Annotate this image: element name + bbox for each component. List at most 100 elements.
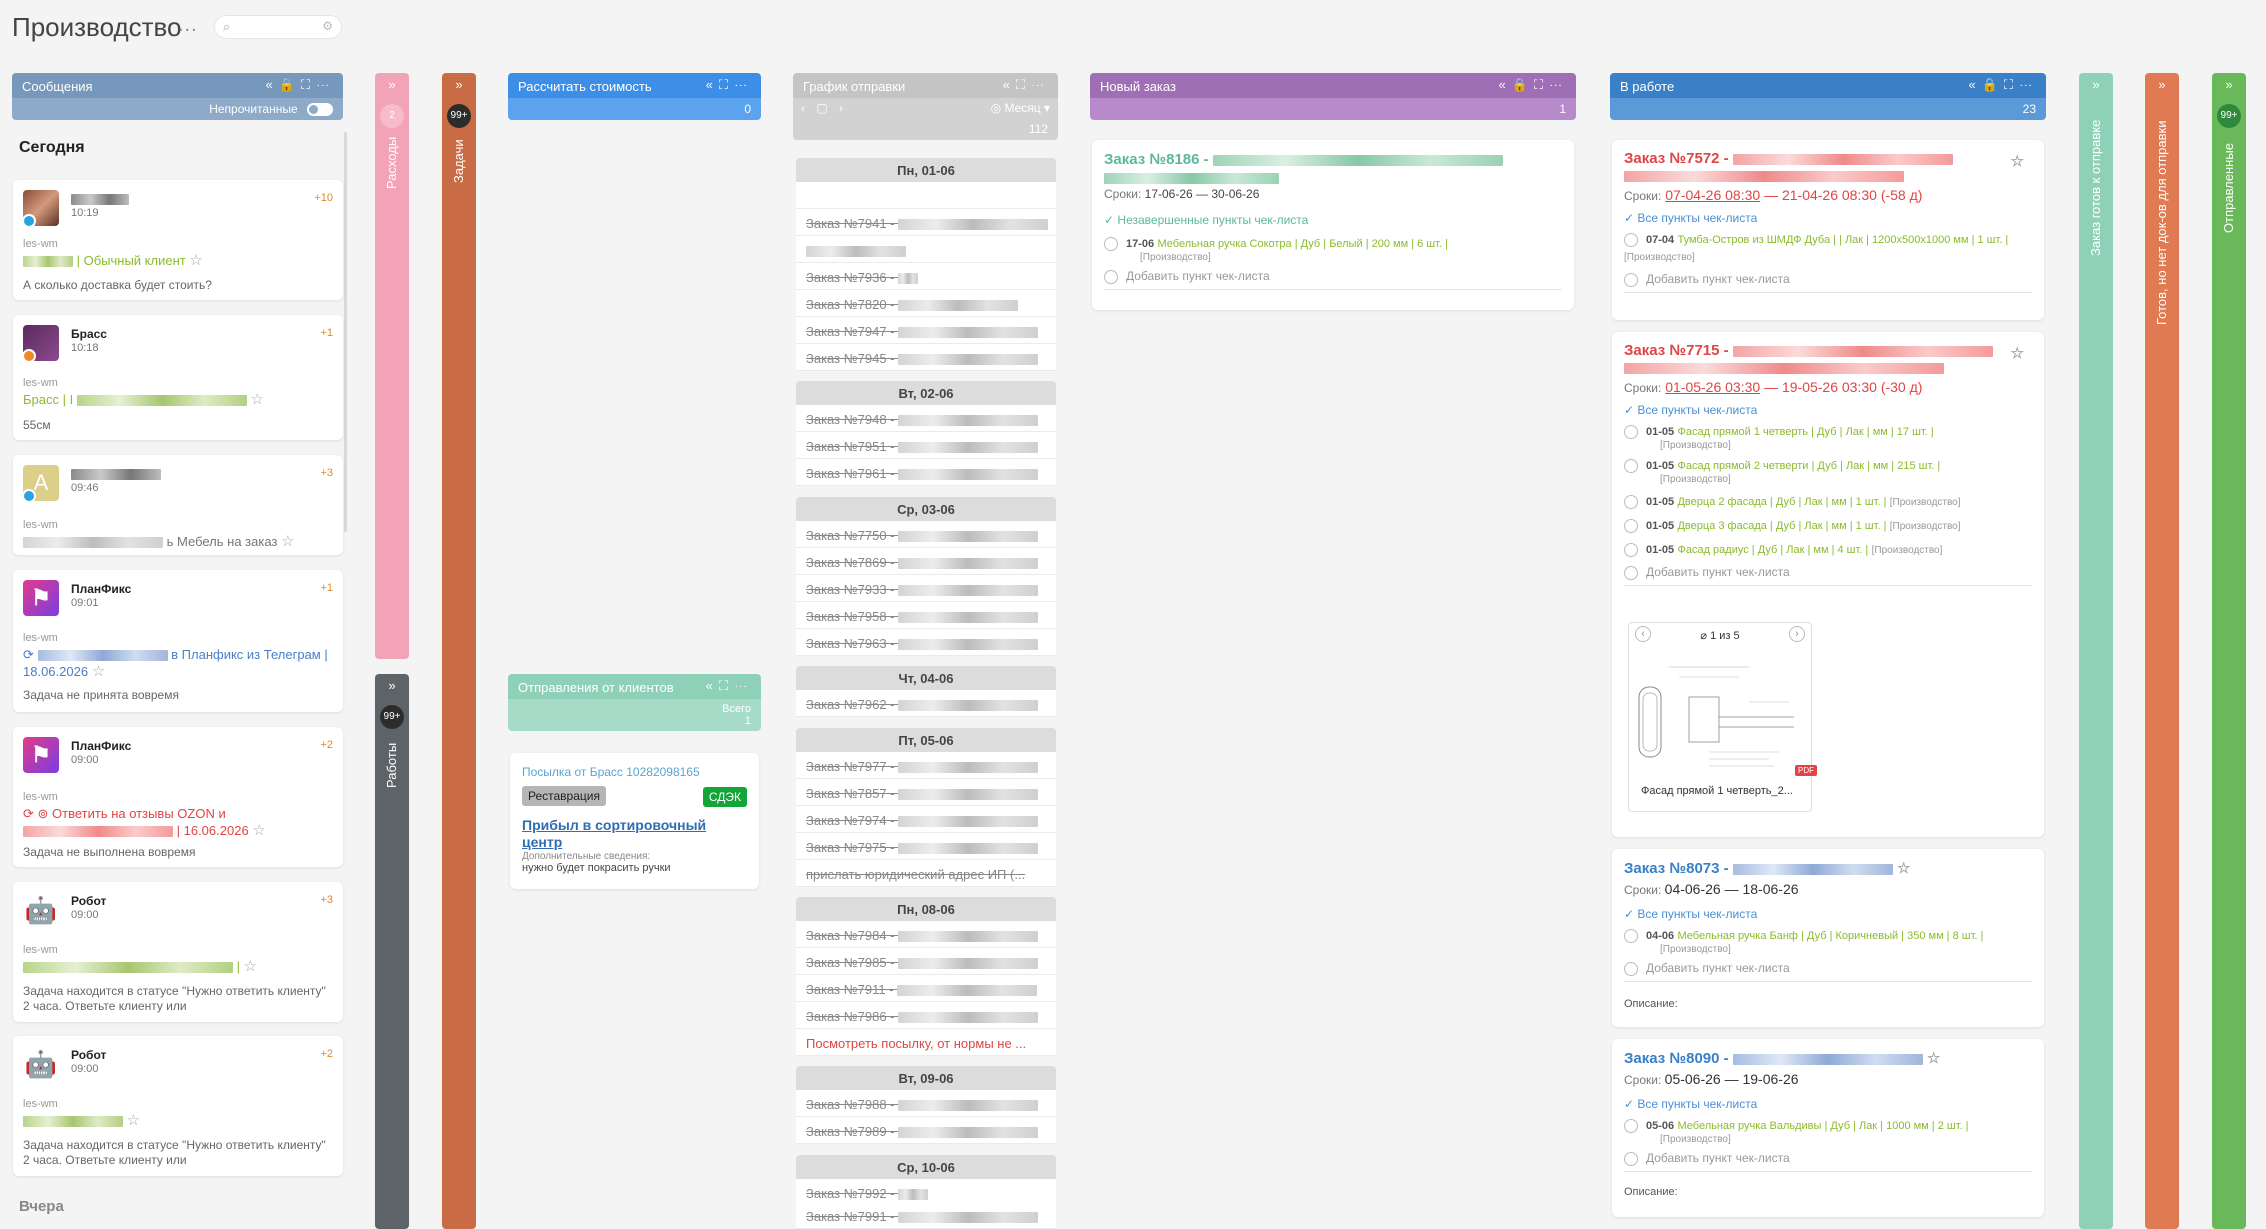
expand-icon[interactable]: » <box>2079 73 2113 97</box>
add-checklist-item[interactable]: Добавить пункт чек-листа <box>1624 961 2032 982</box>
messages-scrollbar[interactable] <box>344 132 347 532</box>
checkbox[interactable] <box>1624 542 1638 557</box>
message-card[interactable]: A 09:46 +3 les-wm ь Мебель на заказ ☆ <box>13 455 343 555</box>
attachment-preview[interactable]: ‹ ⌀ 1 из 5 › PDF Фасад прямой 1 четверть… <box>1628 622 1817 812</box>
schedule-row[interactable]: Заказ №7963 - <box>796 629 1056 656</box>
message-subject[interactable]: ⟳ в Планфикс из Телеграм | 18.06.2026 ☆ <box>23 646 333 680</box>
tasks-column[interactable]: » 99+ Задачи <box>442 73 476 1229</box>
message-subject[interactable]: ь Мебель на заказ ☆ <box>23 533 333 550</box>
message-card[interactable]: ⚑ ПланФикс 09:00 +2 les-wm ⟳ ⊚ Ответить … <box>13 727 343 867</box>
star-icon[interactable]: ☆ <box>281 533 294 550</box>
checkbox[interactable] <box>1624 494 1638 509</box>
schedule-row[interactable]: Заказ №7951 - <box>796 432 1056 459</box>
calendar-icon[interactable]: ▢ <box>816 101 827 115</box>
next-arrow-icon[interactable]: › <box>839 101 843 115</box>
schedule-row[interactable]: Заказ №7986 - <box>796 1002 1056 1029</box>
schedule-row[interactable]: Заказ №7945 - <box>796 344 1056 371</box>
message-card[interactable]: ⚑ ПланФикс 09:01 +1 les-wm ⟳ в Планфикс … <box>13 570 343 712</box>
star-icon[interactable]: ☆ <box>127 1112 140 1129</box>
add-checklist-item[interactable]: Добавить пункт чек-листа <box>1624 272 2032 293</box>
schedule-row[interactable]: Заказ №7961 - <box>796 459 1056 486</box>
schedule-row[interactable]: Заказ №7975 - <box>796 833 1056 860</box>
order-card[interactable]: Заказ №7572 - ☆ Сроки: 07-04-26 08:30 — … <box>1612 140 2044 320</box>
next-attachment-icon[interactable]: › <box>1789 626 1805 642</box>
star-icon[interactable]: ☆ <box>2011 344 2024 362</box>
expenses-column[interactable]: » 2 Расходы <box>375 73 409 659</box>
checkbox[interactable] <box>1624 1118 1638 1133</box>
schedule-row[interactable] <box>796 236 1056 263</box>
star-icon[interactable]: ☆ <box>252 822 265 839</box>
schedule-row[interactable]: Заказ №7974 - <box>796 806 1056 833</box>
schedule-row[interactable]: Заказ №7941 - <box>796 209 1056 236</box>
order-card[interactable]: Заказ №8073 - ☆ Сроки: 04-06-26 — 18-06-… <box>1612 849 2044 1027</box>
schedule-row[interactable]: Заказ №7869 - <box>796 548 1056 575</box>
schedule-row[interactable]: Заказ №7948 - <box>796 405 1056 432</box>
order-title[interactable]: Заказ №8073 - <box>1624 860 1729 877</box>
message-card[interactable]: 10:19 +10 les-wm | Обычный клиент ☆ А ск… <box>13 180 343 300</box>
expand-icon[interactable]: » <box>2145 73 2179 97</box>
schedule-row[interactable]: Заказ №7936 - <box>796 263 1056 290</box>
ready-column[interactable]: » Заказ готов к отправке <box>2079 73 2113 1229</box>
column-toolbar[interactable]: «⛶⋯ <box>706 678 753 694</box>
schedule-row[interactable]: Заказ №7958 - <box>796 602 1056 629</box>
column-toolbar[interactable]: «🔒⛶⋯ <box>1968 77 2038 93</box>
sent-column[interactable]: » 99+ Отправленные <box>2212 73 2246 1229</box>
docs-column[interactable]: » Готов, но нет док-ов для отправки <box>2145 73 2179 1229</box>
checkbox[interactable] <box>1624 458 1638 473</box>
star-icon[interactable]: ☆ <box>92 663 105 680</box>
view-select[interactable]: ◎ Месяц ▾ <box>991 101 1050 115</box>
message-card[interactable]: 🤖 Робот 09:00 +3 les-wm | ☆ Задача наход… <box>13 882 343 1022</box>
column-toolbar[interactable]: «⛶⋯ <box>1003 77 1050 93</box>
schedule-row[interactable]: Заказ №7933 - <box>796 575 1056 602</box>
message-subject[interactable]: | ☆ <box>23 958 333 975</box>
column-toolbar[interactable]: «🔒⛶⋯ <box>1498 77 1568 93</box>
schedule-row[interactable]: Заказ №7750 - <box>796 521 1056 548</box>
message-card[interactable]: 🤖 Робот 09:00 +2 les-wm ☆ Задача находит… <box>13 1036 343 1176</box>
star-icon[interactable]: ☆ <box>1897 860 1910 877</box>
schedule-row[interactable]: Заказ №7911 - <box>796 975 1056 1002</box>
works-column[interactable]: » 99+ Работы <box>375 674 409 1229</box>
column-toolbar[interactable]: «⛶⋯ <box>706 77 753 93</box>
shipment-card[interactable]: Посылка от Брасс 10282098165 Реставрация… <box>510 753 759 889</box>
message-subject[interactable]: ☆ <box>23 1112 333 1129</box>
schedule-row[interactable]: Заказ №7977 - <box>796 752 1056 779</box>
expand-icon[interactable]: » <box>375 674 409 698</box>
message-subject[interactable]: ⟳ ⊚ Ответить на отзывы OZON и | 16.06.20… <box>23 805 333 839</box>
parcel-title[interactable]: Посылка от Брасс 10282098165 <box>522 765 747 779</box>
star-icon[interactable]: ☆ <box>244 958 257 975</box>
order-title[interactable]: Заказ №7715 - <box>1624 342 1729 359</box>
message-subject[interactable]: | Обычный клиент ☆ <box>23 252 333 269</box>
search-settings-icon[interactable]: ⚙ <box>322 19 333 33</box>
schedule-row[interactable]: Заказ №7962 - <box>796 690 1056 717</box>
schedule-row[interactable] <box>796 182 1056 209</box>
schedule-row[interactable]: Заказ №7991 - <box>796 1202 1056 1229</box>
checkbox[interactable] <box>1624 424 1638 439</box>
add-checklist-item[interactable]: Добавить пункт чек-листа <box>1104 269 1562 290</box>
schedule-row[interactable]: Посмотреть посылку, от нормы не ... <box>796 1029 1056 1056</box>
schedule-row[interactable]: прислать юридический адрес ИП (... <box>796 860 1056 887</box>
schedule-row[interactable]: Заказ №7988 - <box>796 1090 1056 1117</box>
checkbox[interactable] <box>1624 518 1638 533</box>
message-subject[interactable]: Брасс | I ☆ <box>23 391 333 408</box>
checkbox[interactable] <box>1104 236 1118 251</box>
prev-arrow-icon[interactable]: ‹ <box>801 101 805 115</box>
schedule-row[interactable]: Заказ №7985 - <box>796 948 1056 975</box>
expand-icon[interactable]: » <box>442 73 476 97</box>
schedule-row[interactable]: Заказ №7984 - <box>796 921 1056 948</box>
prev-attachment-icon[interactable]: ‹ <box>1635 626 1651 642</box>
order-title[interactable]: Заказ №8186 - <box>1104 151 1209 168</box>
add-checklist-item[interactable]: Добавить пункт чек-листа <box>1624 565 2032 586</box>
order-card[interactable]: Заказ №7715 - ☆ Сроки: 01-05-26 03:30 — … <box>1612 332 2044 837</box>
star-icon[interactable]: ☆ <box>1927 1050 1940 1067</box>
schedule-row[interactable]: Заказ №7989 - <box>796 1117 1056 1144</box>
order-card[interactable]: Заказ №8186 - Сроки: 17-06-26 — 30-06-26… <box>1092 140 1574 310</box>
schedule-row[interactable]: Заказ №7857 - <box>796 779 1056 806</box>
add-checklist-item[interactable]: Добавить пункт чек-листа <box>1624 1151 2032 1172</box>
star-icon[interactable]: ☆ <box>189 252 202 269</box>
column-toolbar[interactable]: «🔒⛶⋯ <box>265 77 335 93</box>
expand-icon[interactable]: » <box>2212 73 2246 97</box>
expand-icon[interactable]: » <box>375 73 409 97</box>
schedule-row[interactable]: Заказ №7820 - <box>796 290 1056 317</box>
unread-toggle[interactable] <box>307 103 333 117</box>
star-icon[interactable]: ☆ <box>2011 152 2024 170</box>
